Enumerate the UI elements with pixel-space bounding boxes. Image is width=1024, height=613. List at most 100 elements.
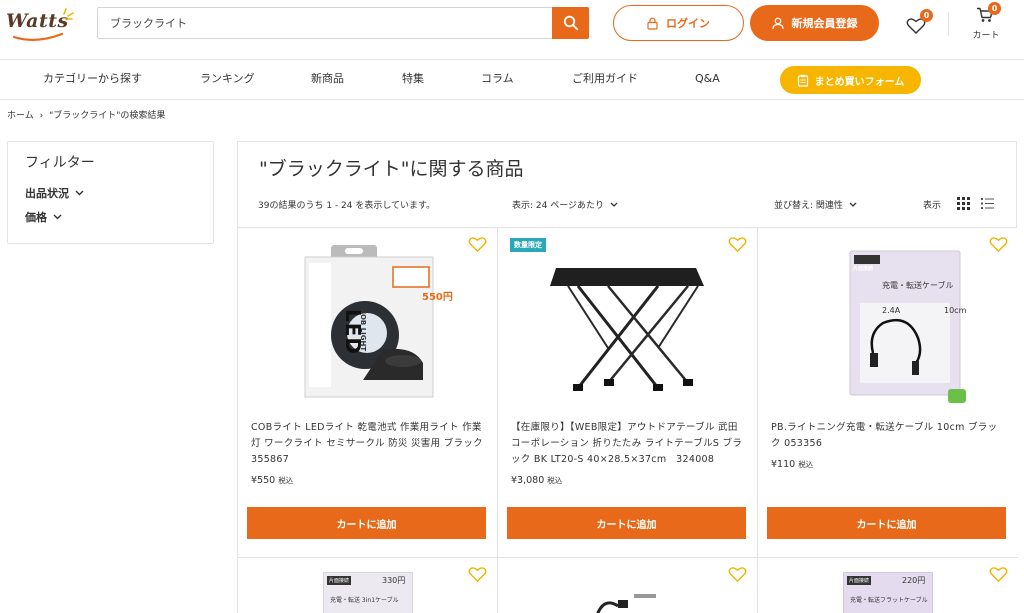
product-name[interactable]: 【在庫限り】【WEB限定】アウトドアテーブル 武田コーポレーション 折りたたみ … [511,420,747,468]
filter-title: フィルター [25,155,95,171]
register-label: 新規会員登録 [791,17,858,30]
nav-item-column[interactable]: コラム [481,60,514,99]
filter-availability[interactable]: 出品状況 [25,185,84,201]
per-page-label: 表示: 24 ページあたり [512,201,605,211]
logo-swoosh-icon [12,8,74,41]
nav-item-categories[interactable]: カテゴリーから探す [43,60,142,99]
cable-product-image [596,594,656,613]
view-label: 表示 [923,201,942,211]
clipboard-icon [797,74,808,87]
register-button[interactable]: 新規会員登録 [750,5,879,41]
price-value: ¥550 [251,475,276,486]
product-price: ¥550 税込 [251,475,293,486]
heart-outline-icon [728,237,747,253]
pack-spec-b-text: 10cm [944,306,967,315]
grid-view-button[interactable] [957,197,970,210]
favorite-button[interactable] [468,236,487,257]
favorite-button[interactable] [989,566,1008,587]
nav-item-ranking[interactable]: ランキング [200,60,255,99]
heart-outline-icon [989,567,1008,583]
favorite-button[interactable] [468,566,487,587]
cart-count-badge: 0 [988,2,1001,15]
login-button[interactable]: ログイン [613,5,744,41]
pack-header-text: 片面接続 [327,576,352,585]
heart-outline-icon [468,237,487,253]
product-card[interactable]: 数量限定 【在庫限り】【WEB限定】アウトドアテーブル 武田コーポレーション 折 [498,228,758,558]
nav-item-new-products[interactable]: 新商品 [311,60,344,99]
filter-availability-label: 出品状況 [25,187,69,200]
cable-package-image [849,250,966,403]
results-panel: "ブラックライト"に関する商品 39の結果のうち 1 - 24 を表示しています… [237,141,1018,613]
package-price-text: 550円 [422,292,453,303]
favorite-button[interactable] [728,566,747,587]
product-card[interactable]: 片面接続 充電・転送ケーブル 2.4A 10cm PB.ライトニング充電・転送ケ… [758,228,1018,558]
nav-item-guide[interactable]: ご利用ガイド [572,60,638,99]
tax-label: 税込 [547,476,563,485]
product-name[interactable]: PB.ライトニング充電・転送ケーブル 10cm ブラック 053356 [771,420,1007,452]
bulk-order-button[interactable]: まとめ買いフォーム [780,66,921,94]
grid-view-icon [957,197,970,210]
tax-label: 税込 [278,476,294,485]
chevron-down-icon [53,214,62,220]
filter-price-label: 価格 [25,211,47,224]
heart-outline-icon [728,567,747,583]
price-value: ¥3,080 [511,475,545,486]
nav-item-features[interactable]: 特集 [402,60,424,99]
pack-label-text: 充電・転送 3in1ケーブル [330,597,399,604]
product-image[interactable]: 片面接続 330円 充電・転送 3in1ケーブル [323,572,413,613]
add-to-cart-button[interactable]: カートに追加 [767,507,1006,539]
price-value: ¥110 [771,459,796,470]
main-nav: カテゴリーから探す ランキング 新商品 特集 コラム ご利用ガイド Q&A まと… [0,60,1024,100]
heart-outline-icon [989,237,1008,253]
folding-table-image [550,267,704,391]
login-label: ログイン [666,17,710,30]
header-divider [948,12,949,36]
product-image[interactable]: LED COB LIGHT 550円 [278,240,458,405]
search-bar [97,7,589,39]
wishlist-button[interactable]: 0 [903,9,933,38]
product-image[interactable]: 片面接続 220円 充電・転送フラットケーブル [843,572,933,613]
product-image[interactable] [588,588,668,613]
pack-price-text: 220円 [902,576,926,585]
search-button[interactable] [552,7,589,39]
bulk-order-label: まとめ買いフォーム [814,76,905,88]
sort-select[interactable]: 並び替え: 関連性 [774,198,857,211]
wishlist-count-badge: 0 [920,9,933,22]
list-view-button[interactable] [981,197,994,210]
list-view-icon [981,198,994,209]
breadcrumb-current: "ブラックライト"の検索結果 [49,111,166,121]
add-to-cart-button[interactable]: カートに追加 [507,507,746,539]
page-title: "ブラックライト"に関する商品 [259,158,524,180]
product-image[interactable] [538,240,718,405]
product-name[interactable]: COBライト LEDライト 乾電池式 作業用ライト 作業灯 ワークライト セミサ… [251,420,492,468]
cart-button[interactable]: 0 カート [966,2,1006,44]
product-image[interactable]: 片面接続 充電・転送ケーブル 2.4A 10cm [798,240,978,405]
filter-price[interactable]: 価格 [25,209,62,225]
tax-label: 税込 [798,460,814,469]
breadcrumb-separator: › [39,111,44,121]
add-to-cart-button[interactable]: カートに追加 [247,507,486,539]
watts-logo[interactable]: Watts [6,8,74,41]
breadcrumb: ホーム › "ブラックライト"の検索結果 [7,108,168,121]
product-card[interactable]: 片面接続 220円 充電・転送フラットケーブル [758,558,1018,613]
pack-spec-a-text: 2.4A [882,306,901,315]
pack-header-text: 片面接続 [847,576,872,585]
product-card[interactable]: LED COB LIGHT 550円 COBライト LEDライト 乾電池式 作業… [238,228,498,558]
results-count: 39の結果のうち 1 - 24 を表示しています。 [258,201,436,211]
filter-panel: フィルター 出品状況 価格 [7,141,214,244]
pack-price-text: 330円 [382,576,406,585]
product-card[interactable]: 片面接続 330円 充電・転送 3in1ケーブル [238,558,498,613]
nav-item-qa[interactable]: Q&A [695,60,720,99]
breadcrumb-home[interactable]: ホーム [7,111,34,121]
product-card[interactable] [498,558,758,613]
favorite-button[interactable] [728,236,747,257]
product-price: ¥3,080 税込 [511,475,562,486]
favorite-button[interactable] [989,236,1008,257]
user-icon [771,17,784,29]
per-page-select[interactable]: 表示: 24 ページあたり [512,198,618,211]
pack-header-text: 片面接続 [853,266,874,272]
search-icon [563,15,578,31]
cob-light-package-image [304,245,434,398]
heart-outline-icon [468,567,487,583]
search-input[interactable] [98,8,552,38]
